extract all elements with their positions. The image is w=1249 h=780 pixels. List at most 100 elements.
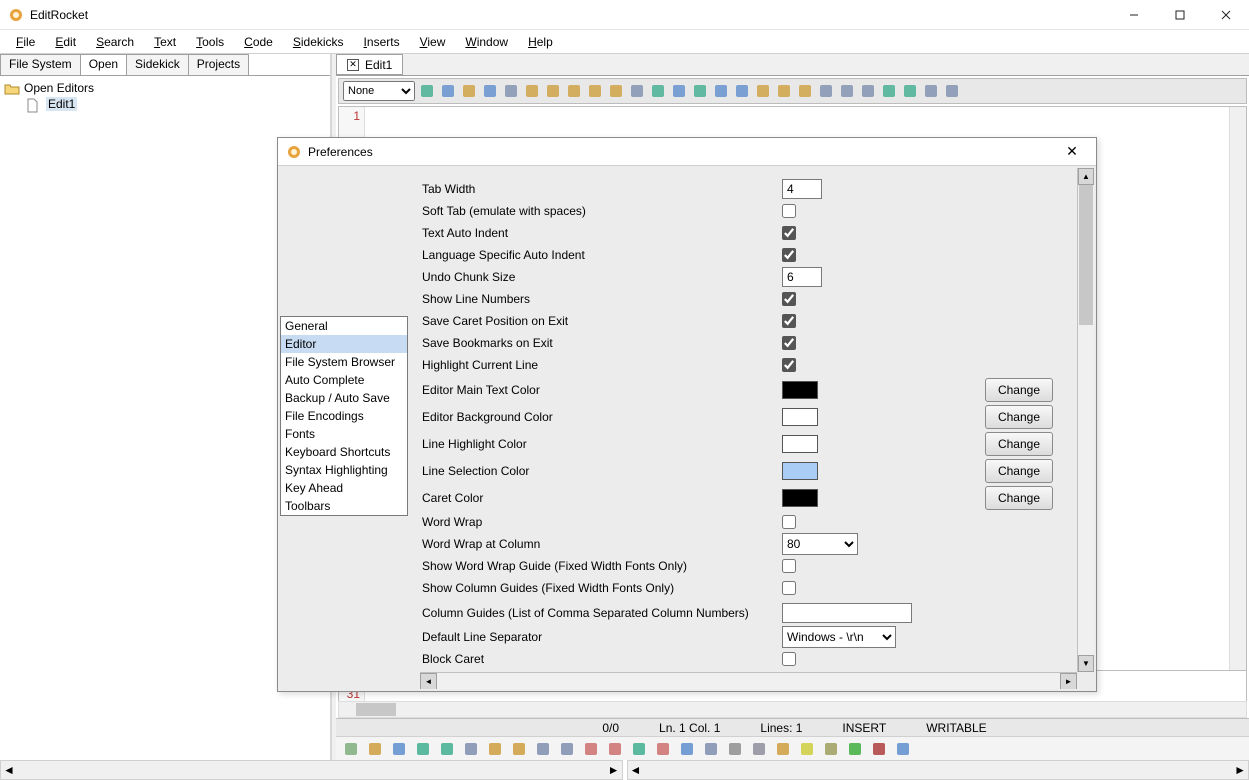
globe-icon[interactable] — [880, 82, 898, 100]
tree-child[interactable]: Edit1 — [4, 96, 326, 112]
pref-hscroll[interactable]: ◄► — [420, 672, 1077, 689]
redo-arrow-icon[interactable] — [565, 82, 583, 100]
pref-cat-toolbars[interactable]: Toolbars — [281, 497, 407, 515]
torch-icon[interactable] — [774, 740, 792, 758]
find-icon[interactable] — [586, 82, 604, 100]
prev-icon[interactable] — [754, 82, 772, 100]
pref-input-colGuideList[interactable] — [782, 603, 912, 623]
pref-input-undoChunk[interactable] — [782, 267, 822, 287]
pref-select-wordWrapCol[interactable]: 80 — [782, 533, 858, 555]
menu-help[interactable]: Help — [518, 32, 563, 52]
menu-search[interactable]: Search — [86, 32, 144, 52]
pref-cat-fonts[interactable]: Fonts — [281, 425, 407, 443]
pref-change-bgColor[interactable]: Change — [985, 405, 1053, 429]
pref-cat-editor[interactable]: Editor — [281, 335, 407, 353]
lamp-icon[interactable] — [798, 740, 816, 758]
column-icon[interactable] — [649, 82, 667, 100]
pref-check-blockCaret[interactable] — [782, 652, 796, 666]
bug-icon[interactable] — [870, 740, 888, 758]
clip-icon[interactable] — [702, 740, 720, 758]
pref-cat-backup-auto-save[interactable]: Backup / Auto Save — [281, 389, 407, 407]
tag-icon[interactable] — [582, 740, 600, 758]
pref-check-softTab[interactable] — [782, 204, 796, 218]
code-icon[interactable] — [390, 740, 408, 758]
editor-vscroll[interactable] — [1229, 107, 1246, 670]
pref-check-colGuides[interactable] — [782, 581, 796, 595]
cal-icon[interactable] — [558, 740, 576, 758]
arrows-icon[interactable] — [894, 740, 912, 758]
wand-icon[interactable] — [523, 82, 541, 100]
menu-window[interactable]: Window — [455, 32, 518, 52]
editor-tab[interactable]: ✕ Edit1 — [336, 54, 403, 75]
pref-vscroll[interactable]: ▲ ▼ — [1077, 168, 1094, 672]
pref-cat-key-ahead[interactable]: Key Ahead — [281, 479, 407, 497]
pref-check-wordWrap[interactable] — [782, 515, 796, 529]
left-panel-scroll[interactable]: ◄► — [0, 760, 623, 780]
new-file-icon[interactable] — [439, 82, 457, 100]
upload-icon[interactable] — [462, 740, 480, 758]
pref-check-highlightLine[interactable] — [782, 358, 796, 372]
menu-code[interactable]: Code — [234, 32, 283, 52]
tree-icon[interactable] — [630, 740, 648, 758]
panel-icon[interactable] — [342, 740, 360, 758]
pref-check-wrapGuide[interactable] — [782, 559, 796, 573]
page-icon[interactable] — [859, 82, 877, 100]
import-icon[interactable] — [628, 82, 646, 100]
dots-icon[interactable] — [750, 740, 768, 758]
braces-icon[interactable] — [712, 82, 730, 100]
language-select[interactable]: None — [343, 81, 415, 101]
pencil-icon[interactable] — [366, 740, 384, 758]
menu-text[interactable]: Text — [144, 32, 186, 52]
tree-root[interactable]: Open Editors — [4, 80, 326, 96]
db-icon[interactable] — [922, 82, 940, 100]
cut-icon[interactable] — [796, 82, 814, 100]
pref-input-tabWidth[interactable] — [782, 179, 822, 199]
pref-cat-general[interactable]: General — [281, 317, 407, 335]
open-icon[interactable] — [460, 82, 478, 100]
menu-view[interactable]: View — [410, 32, 456, 52]
diamond-icon[interactable] — [606, 740, 624, 758]
bin-icon[interactable] — [822, 740, 840, 758]
pref-cat-auto-complete[interactable]: Auto Complete — [281, 371, 407, 389]
right-panel-scroll[interactable]: ◄► — [627, 760, 1249, 780]
side-tab-open[interactable]: Open — [80, 54, 127, 75]
arrow-down-icon[interactable] — [670, 82, 688, 100]
flag-icon[interactable] — [654, 740, 672, 758]
pref-cat-file-encodings[interactable]: File Encodings — [281, 407, 407, 425]
layout2-icon[interactable] — [438, 740, 456, 758]
merge-icon[interactable] — [733, 82, 751, 100]
pref-cat-keyboard-shortcuts[interactable]: Keyboard Shortcuts — [281, 443, 407, 461]
refresh-icon[interactable] — [418, 82, 436, 100]
editor-hscroll[interactable] — [338, 701, 1247, 718]
pref-check-lineNumbers[interactable] — [782, 292, 796, 306]
pref-cat-syntax-highlighting[interactable]: Syntax Highlighting — [281, 461, 407, 479]
menu-inserts[interactable]: Inserts — [354, 32, 410, 52]
minimize-button[interactable] — [1111, 0, 1157, 30]
add-icon[interactable] — [901, 82, 919, 100]
pref-check-saveCaret[interactable] — [782, 314, 796, 328]
grid-icon[interactable] — [486, 740, 504, 758]
menu-tools[interactable]: Tools — [186, 32, 234, 52]
box-icon[interactable] — [510, 740, 528, 758]
pref-change-lineHiColor[interactable]: Change — [985, 432, 1053, 456]
save-all-icon[interactable] — [502, 82, 520, 100]
split-icon[interactable] — [691, 82, 709, 100]
tab-close-icon[interactable]: ✕ — [347, 59, 359, 71]
copy-icon[interactable] — [817, 82, 835, 100]
menu-edit[interactable]: Edit — [45, 32, 86, 52]
menu-sidekicks[interactable]: Sidekicks — [283, 32, 354, 52]
table-icon[interactable] — [678, 740, 696, 758]
dialog-close-button[interactable]: ✕ — [1056, 143, 1088, 160]
menu-file[interactable]: File — [6, 32, 45, 52]
undo-arrow-icon[interactable] — [544, 82, 562, 100]
pref-change-mainTextColor[interactable]: Change — [985, 378, 1053, 402]
pref-change-caretColor[interactable]: Change — [985, 486, 1053, 510]
go-icon[interactable] — [607, 82, 625, 100]
next-icon[interactable] — [775, 82, 793, 100]
dup-icon[interactable] — [534, 740, 552, 758]
side-tab-projects[interactable]: Projects — [188, 54, 249, 75]
play-icon[interactable] — [846, 740, 864, 758]
side-tab-file-system[interactable]: File System — [0, 54, 81, 75]
gear-icon[interactable] — [726, 740, 744, 758]
pref-check-langIndent[interactable] — [782, 248, 796, 262]
